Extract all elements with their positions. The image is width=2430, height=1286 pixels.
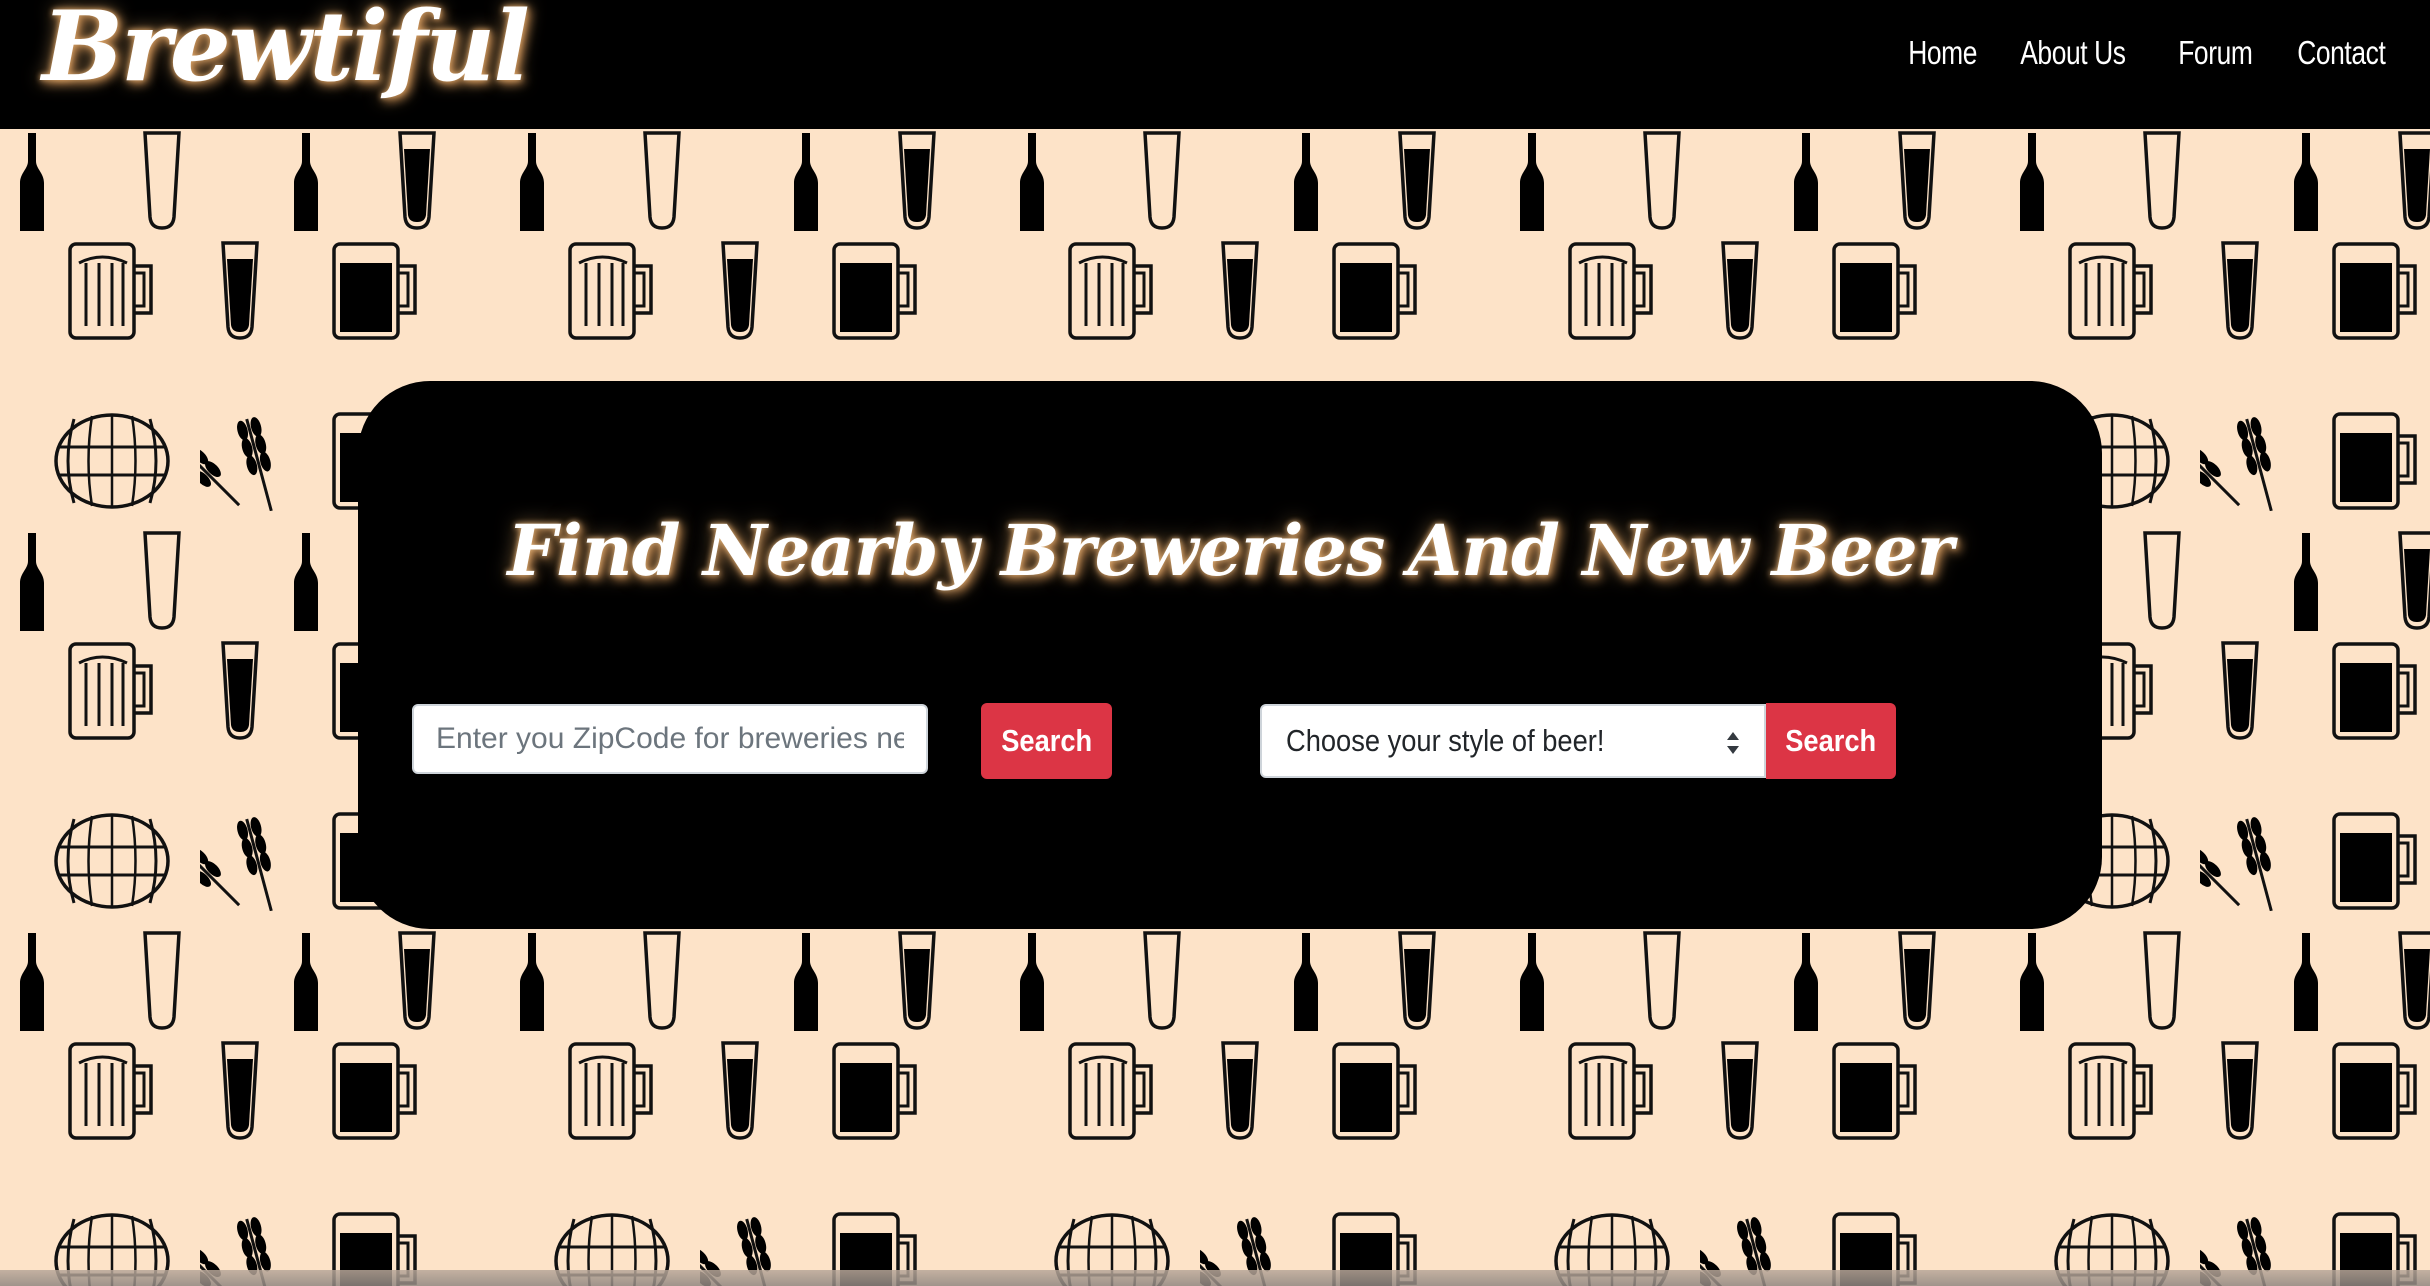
top-navbar: Brewtiful Home About Us Forum Contact: [0, 0, 2430, 129]
zipcode-search-button-label: Search: [1001, 723, 1092, 758]
zipcode-search-button[interactable]: Search: [981, 703, 1112, 779]
beer-style-search-button[interactable]: Search: [1766, 703, 1896, 779]
nav-link-contact[interactable]: Contact: [2286, 34, 2397, 72]
hero-search-panel: Find Nearby Breweries And New Beer Searc…: [358, 381, 2102, 929]
nav-link-about-us[interactable]: About Us: [2009, 34, 2137, 72]
nav-link-forum[interactable]: Forum: [2167, 34, 2264, 72]
nav-links: Home About Us Forum Contact: [1899, 34, 2424, 72]
nav-link-home[interactable]: Home: [1897, 34, 1988, 72]
beer-style-select[interactable]: Choose your style of beer!: [1260, 704, 1766, 778]
page-bottom-edge: [0, 1270, 2430, 1286]
select-caret-icon: [1727, 732, 1739, 754]
beer-style-search-button-label: Search: [1785, 723, 1877, 758]
beer-style-select-value: Choose your style of beer!: [1286, 723, 1605, 758]
brand-logo[interactable]: Brewtiful: [42, 0, 530, 100]
hero-title: Find Nearby Breweries And New Beer: [507, 509, 1953, 592]
zipcode-search-input[interactable]: [412, 704, 928, 774]
